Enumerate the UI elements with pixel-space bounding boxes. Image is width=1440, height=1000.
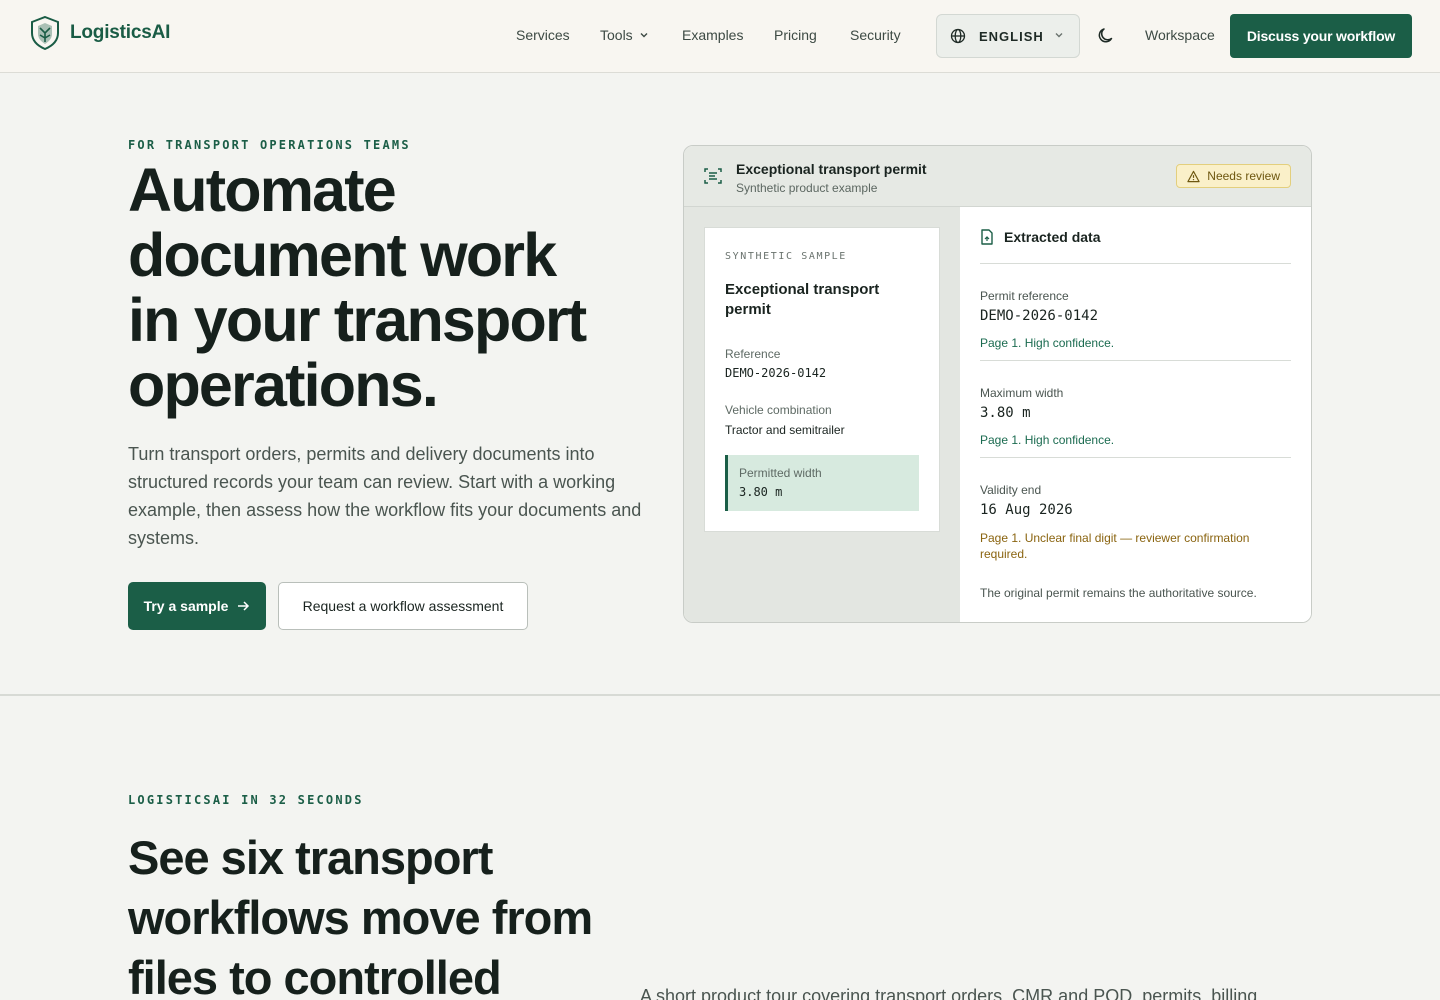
chevron-down-icon xyxy=(1055,33,1063,38)
section-title-line: files to controlled xyxy=(128,951,502,1000)
permitted-width-highlight: Permitted width 3.80 m xyxy=(725,455,919,511)
card-title: Exceptional transport permit xyxy=(736,161,927,177)
document-title: Exceptional transport permit xyxy=(725,281,880,318)
hero-title-line: Automate xyxy=(128,156,397,224)
language-label: ENGLISH xyxy=(979,28,1044,44)
brand-logo[interactable]: LogisticsAI xyxy=(30,16,170,50)
width-value: 3.80 m xyxy=(739,485,783,499)
field-label: Maximum width xyxy=(980,386,1064,400)
field-value: 16 Aug 2026 xyxy=(980,502,1073,518)
permit-example-card: Exceptional transport permit Synthetic p… xyxy=(683,145,1312,623)
warning-triangle-icon xyxy=(1187,170,1200,182)
hero-eyebrow: FOR TRANSPORT OPERATIONS TEAMS xyxy=(128,138,411,152)
hero-title-line: document work xyxy=(128,221,557,289)
divider xyxy=(980,360,1291,361)
permit-document: SYNTHETIC SAMPLE Exceptional transport p… xyxy=(704,227,940,532)
section-title-line: See six transport xyxy=(128,831,493,884)
section-title-line: workflows move from xyxy=(128,891,593,944)
reference-label: Reference xyxy=(725,347,781,361)
discuss-workflow-button[interactable]: Discuss your workflow xyxy=(1230,14,1412,58)
globe-icon xyxy=(950,28,966,44)
field-value: DEMO-2026-0142 xyxy=(980,308,1099,324)
nav-security[interactable]: Security xyxy=(850,27,901,43)
document-eyebrow: SYNTHETIC SAMPLE xyxy=(725,251,847,262)
hero-description: Turn transport orders, permits and deliv… xyxy=(128,444,642,548)
shield-logo-icon xyxy=(31,16,59,50)
section-eyebrow: LOGISTICSAI IN 32 SECONDS xyxy=(128,793,364,807)
vehicle-value: Tractor and semitrailer xyxy=(725,423,845,437)
hero-title: Automate document work in your transport… xyxy=(128,158,648,418)
language-select[interactable]: ENGLISH xyxy=(936,14,1080,58)
divider xyxy=(980,457,1291,458)
section-description: A short product tour covering transport … xyxy=(640,986,1258,1000)
try-sample-button[interactable]: Try a sample xyxy=(128,582,266,630)
card-subtitle: Synthetic product example xyxy=(736,181,878,195)
card-header: Exceptional transport permit Synthetic p… xyxy=(684,146,1311,207)
nav-examples[interactable]: Examples xyxy=(682,27,743,43)
hero-title-line: in your transport xyxy=(128,286,587,354)
field-review-warning: Page 1. Unclear final digit — reviewer c… xyxy=(980,531,1250,561)
extracted-data-pane: Extracted data Permit reference DEMO-202… xyxy=(960,207,1311,622)
field-label: Permit reference xyxy=(980,289,1069,303)
dark-mode-moon-icon[interactable] xyxy=(1096,26,1116,46)
nav-tools[interactable]: Tools xyxy=(600,27,649,43)
field-confidence-note: Page 1. High confidence. xyxy=(980,433,1115,447)
nav-pricing[interactable]: Pricing xyxy=(774,27,817,43)
needs-review-badge: Needs review xyxy=(1176,164,1291,188)
chevron-down-icon xyxy=(640,33,648,38)
field-label: Validity end xyxy=(980,483,1042,497)
file-data-icon xyxy=(981,229,993,245)
vehicle-label: Vehicle combination xyxy=(725,403,832,417)
authoritative-source-note: The original permit remains the authorit… xyxy=(980,586,1257,600)
field-value: 3.80 m xyxy=(980,405,1031,421)
field-confidence-note: Page 1. High confidence. xyxy=(980,336,1115,350)
request-assessment-button[interactable]: Request a workflow assessment xyxy=(278,582,528,630)
arrow-right-icon xyxy=(238,601,250,611)
section-divider xyxy=(0,694,1440,696)
nav-services[interactable]: Services xyxy=(516,27,570,43)
nav-tools-label: Tools xyxy=(600,27,633,43)
brand-name: LogisticsAI xyxy=(70,22,171,43)
hero-title-line: operations. xyxy=(128,351,439,419)
badge-label: Needs review xyxy=(1207,169,1280,183)
try-sample-label: Try a sample xyxy=(143,598,229,614)
extracted-data-title: Extracted data xyxy=(1004,229,1101,245)
nav-workspace[interactable]: Workspace xyxy=(1145,27,1215,43)
divider xyxy=(980,263,1291,264)
document-preview-pane: SYNTHETIC SAMPLE Exceptional transport p… xyxy=(684,207,960,622)
reference-value: DEMO-2026-0142 xyxy=(725,366,827,380)
width-label: Permitted width xyxy=(739,466,822,480)
document-scan-icon xyxy=(704,168,722,184)
top-header: LogisticsAI Services Tools Examples Pric… xyxy=(0,0,1440,73)
section-title: See six transport workflows move from fi… xyxy=(128,828,648,1000)
extracted-data-header: Extracted data xyxy=(980,229,1100,245)
